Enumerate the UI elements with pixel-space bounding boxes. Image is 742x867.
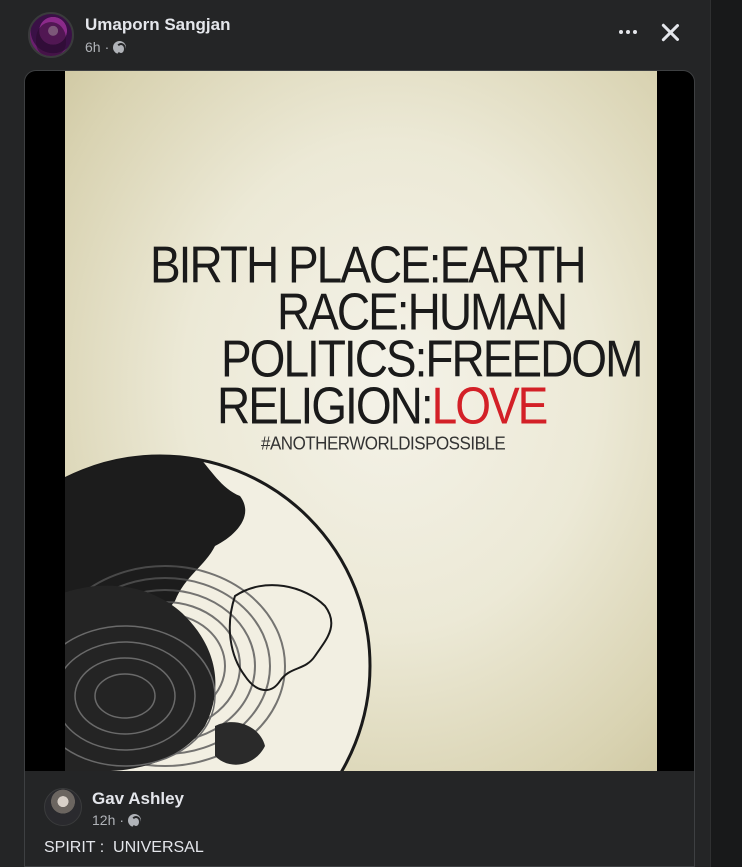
comment-timestamp[interactable]: 12h bbox=[92, 812, 115, 828]
post-card: Umaporn Sangjan 6h · BIRTH PLACE:EARTH R… bbox=[0, 0, 711, 867]
poster-line-religion: RELIGION:LOVE bbox=[217, 376, 549, 435]
comment-meta: 12h · bbox=[92, 812, 142, 828]
shared-image[interactable]: BIRTH PLACE:EARTH RACE:HUMAN POLITICS:FR… bbox=[25, 71, 694, 771]
commenter-name[interactable]: Gav Ashley bbox=[92, 789, 184, 809]
comment: Gav Ashley 12h · SPIRIT : UNIVERSAL bbox=[25, 771, 694, 866]
post-meta: 6h · bbox=[85, 39, 127, 55]
post-timestamp[interactable]: 6h bbox=[85, 39, 101, 55]
more-options-icon[interactable] bbox=[616, 20, 640, 44]
post-header: Umaporn Sangjan 6h · bbox=[28, 12, 698, 62]
love-word: LOVE bbox=[431, 376, 549, 435]
close-icon[interactable] bbox=[658, 20, 682, 44]
globe-illustration bbox=[65, 454, 372, 771]
globe-icon[interactable] bbox=[128, 813, 142, 828]
commenter-avatar[interactable] bbox=[44, 788, 82, 826]
meta-separator: · bbox=[104, 39, 110, 55]
shared-post-frame: BIRTH PLACE:EARTH RACE:HUMAN POLITICS:FR… bbox=[24, 70, 695, 867]
poster-image: BIRTH PLACE:EARTH RACE:HUMAN POLITICS:FR… bbox=[65, 71, 657, 771]
comment-text: SPIRIT : UNIVERSAL bbox=[44, 839, 204, 856]
meta-separator: · bbox=[119, 812, 125, 828]
globe-icon[interactable] bbox=[113, 40, 127, 55]
author-avatar[interactable] bbox=[28, 12, 74, 58]
author-name[interactable]: Umaporn Sangjan bbox=[85, 15, 230, 35]
